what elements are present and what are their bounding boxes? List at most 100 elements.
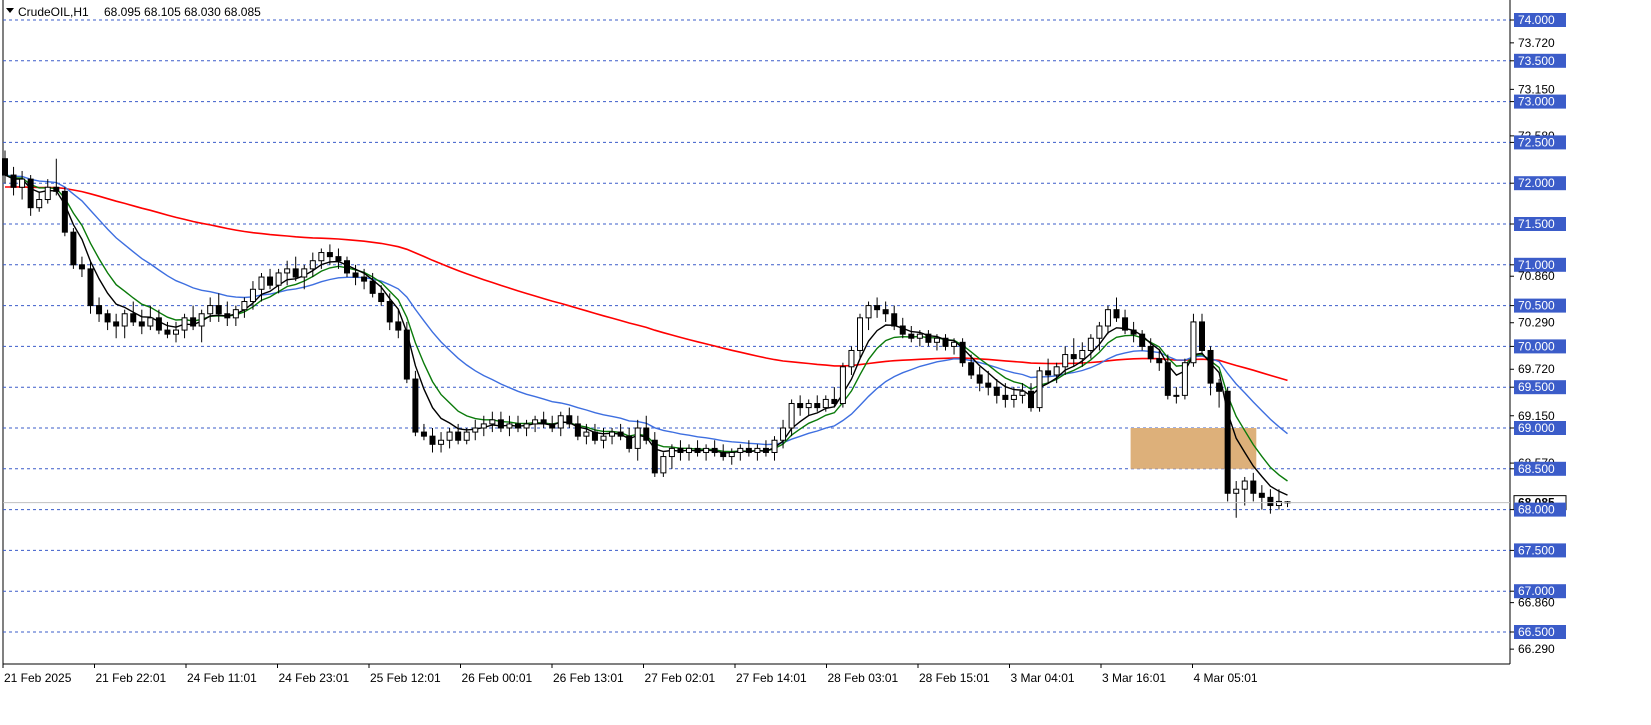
candle-bull: [583, 431, 590, 437]
candle-bear: [2, 158, 8, 176]
candle-bull: [19, 178, 26, 188]
price-level-label: 73.500: [1518, 54, 1555, 68]
candle-bull: [181, 317, 188, 331]
candle-bear: [549, 423, 556, 429]
candle-bull: [865, 305, 872, 319]
time-axis[interactable]: 21 Feb 2025 21 Feb 22:01 24 Feb 11:01 24 Fe…: [2, 664, 1258, 685]
candle-bear: [352, 272, 359, 278]
candle-bull: [839, 366, 846, 405]
supply-zone: [1130, 428, 1257, 469]
time-tick-label: 28 Feb 15:01: [919, 671, 990, 685]
candle-bear: [891, 313, 898, 327]
candle-bull: [44, 186, 51, 201]
candle-bear: [942, 337, 949, 347]
candle-bull: [232, 309, 239, 319]
candle-bull: [916, 333, 923, 339]
candle-bull: [284, 268, 291, 274]
candle-bull: [275, 272, 282, 286]
candlestick-series: [2, 150, 1291, 518]
candle-bear: [403, 329, 410, 380]
candle-bull: [1079, 349, 1086, 360]
candle-bull: [1096, 325, 1103, 339]
candle-bull: [703, 447, 710, 453]
moving-averages: [4, 174, 1288, 496]
price-tick-label: 73.720: [1518, 36, 1555, 50]
candle-bear: [104, 313, 111, 323]
candle-bear: [908, 333, 915, 339]
candle-bear: [1028, 390, 1034, 409]
candle-bear: [378, 292, 385, 303]
candle-bull: [557, 415, 564, 429]
time-tick-label: 26 Feb 00:01: [462, 671, 533, 685]
candle-bull: [258, 276, 265, 290]
candle-bear: [138, 321, 145, 327]
candle-bear: [1267, 496, 1274, 507]
candle-bear: [164, 329, 171, 335]
candle-bear: [96, 305, 103, 315]
price-level-label: 71.500: [1518, 217, 1555, 231]
price-level-label: 72.000: [1518, 176, 1555, 190]
price-level-lines: [2, 0, 1511, 665]
candle-bear: [540, 419, 547, 425]
price-tick-label: 66.860: [1518, 596, 1555, 610]
time-tick-label: 21 Feb 22:01: [96, 671, 167, 685]
candle-bear: [10, 174, 17, 188]
candle-bull: [121, 313, 128, 327]
candle-bear: [1045, 370, 1052, 376]
candle-bear: [1070, 354, 1077, 360]
candle-bull: [1062, 354, 1069, 368]
dropdown-triangle-icon[interactable]: [6, 8, 14, 13]
candle-bear: [27, 178, 34, 209]
candle-bear: [993, 386, 1000, 396]
time-tick-label: 27 Feb 02:01: [645, 671, 716, 685]
candle-bear: [797, 403, 804, 409]
candle-bear: [677, 447, 684, 453]
candle-bear: [643, 427, 650, 441]
candle-bear: [215, 305, 222, 315]
candle-bear: [155, 317, 162, 331]
candle-bear: [61, 190, 68, 233]
candle-bear: [267, 276, 274, 286]
candle-bull: [1104, 309, 1111, 327]
candle-bear: [882, 309, 889, 315]
candle-bear: [497, 419, 504, 429]
price-axis[interactable]: 74.00073.72073.50073.15073.00072.58072.5…: [1510, 13, 1566, 656]
candle-bear: [899, 325, 906, 335]
candle-bull: [951, 341, 958, 347]
candle-bear: [1147, 345, 1154, 360]
candle-bull: [147, 317, 154, 327]
candle-bull: [788, 403, 795, 429]
candle-bull: [309, 260, 316, 270]
candle-bull: [771, 439, 778, 453]
candle-bull: [600, 435, 607, 441]
candle-bear: [386, 301, 393, 323]
candle-bear: [1258, 492, 1265, 498]
candle-bull: [1087, 337, 1094, 351]
candle-bear: [925, 333, 932, 343]
candle-bull: [463, 431, 470, 441]
candle-bull: [207, 305, 214, 315]
time-tick-label: 4 Mar 05:01: [1194, 671, 1258, 685]
candle-bull: [1036, 370, 1043, 409]
candle-bear: [190, 317, 197, 327]
candle-bear: [1199, 321, 1205, 351]
candle-bear: [78, 264, 85, 270]
zone-rect: [1130, 428, 1257, 469]
candle-bear: [1250, 480, 1257, 494]
candle-bull: [754, 447, 761, 453]
candle-bear: [53, 186, 60, 192]
candle-bear: [1130, 329, 1137, 335]
candle-bear: [326, 252, 333, 258]
candle-bull: [728, 451, 735, 458]
candle-bear: [515, 423, 521, 429]
chart-header: CrudeOIL,H1 68.095 68.105 68.030 68.085: [6, 5, 261, 19]
candle-bull: [1010, 394, 1017, 400]
candle-bear: [224, 313, 231, 319]
price-chart[interactable]: 68.085 74.00073.72073.50073.15073.00072.…: [0, 0, 1651, 725]
candle-bull: [1173, 394, 1180, 397]
candle-bull: [660, 456, 667, 474]
candle-bear: [720, 451, 727, 458]
candle-bull: [480, 423, 487, 429]
candle-bull: [780, 427, 787, 441]
candle-bull: [1275, 500, 1282, 507]
